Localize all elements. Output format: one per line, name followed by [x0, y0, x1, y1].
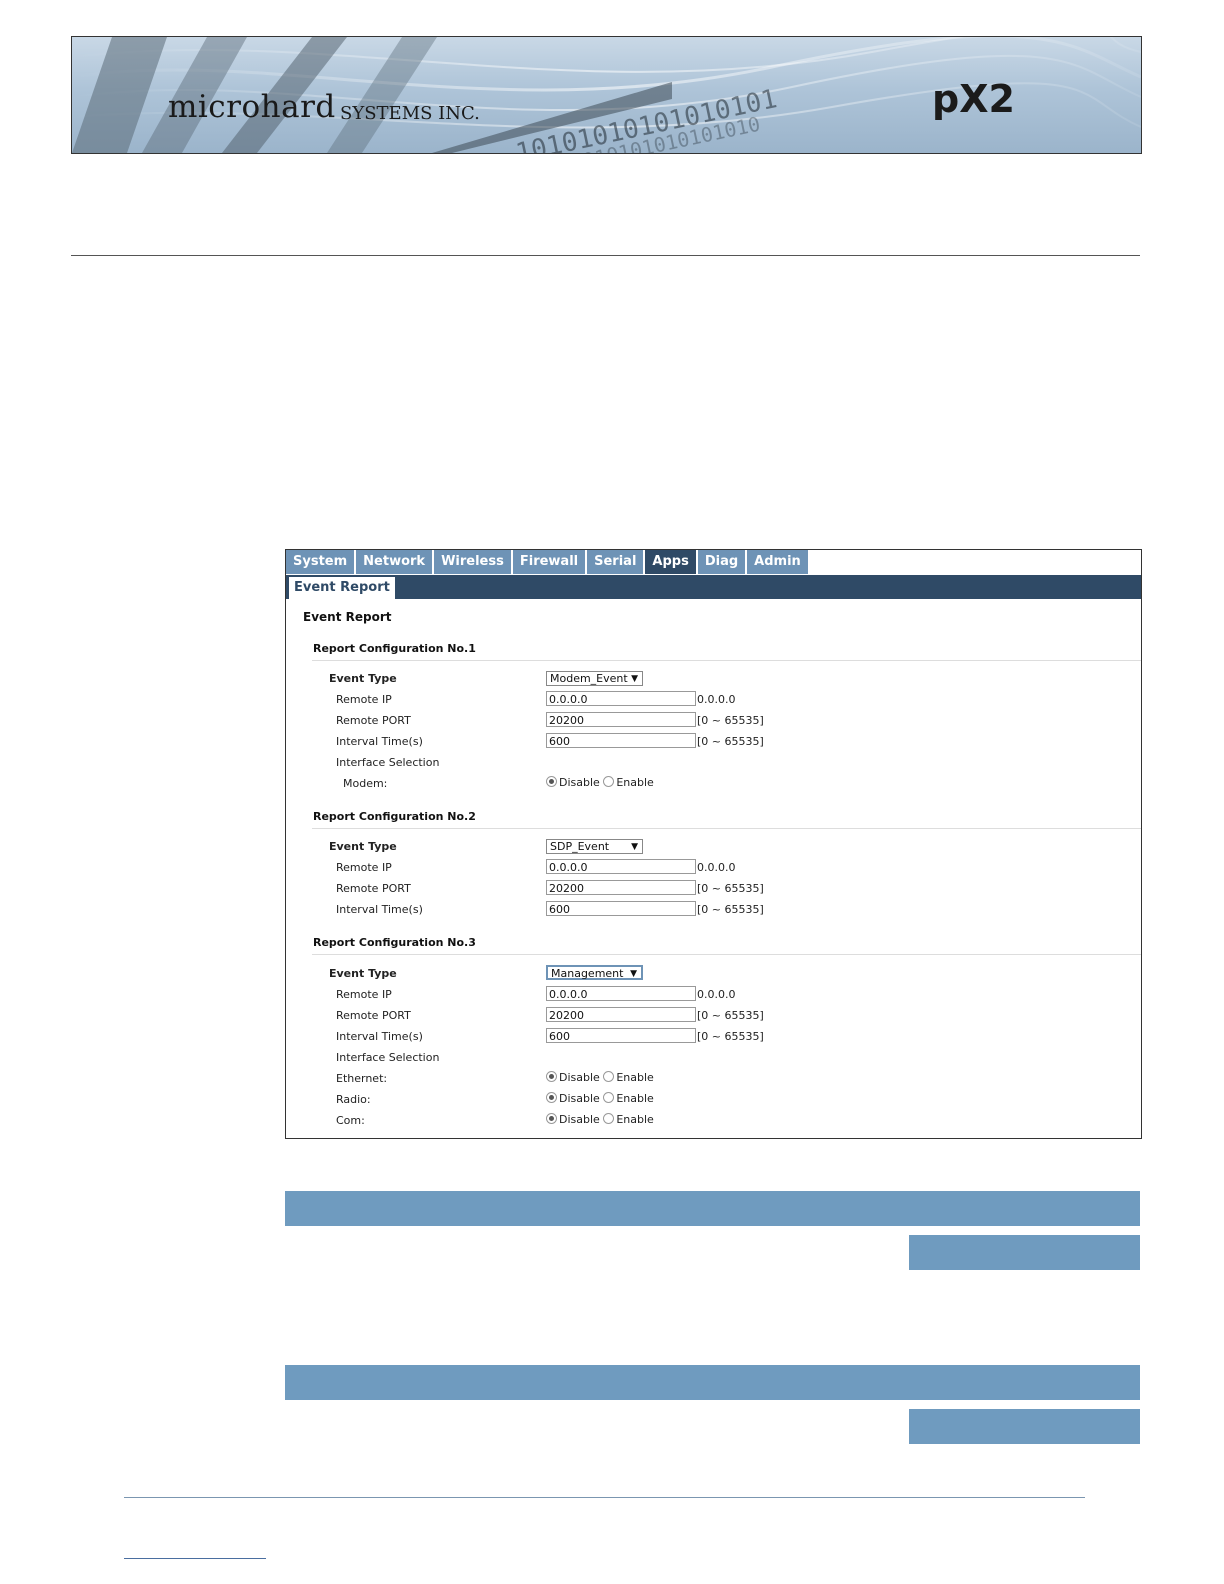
remote-port-hint: [0 ~ 65535]	[697, 1009, 764, 1022]
event-type-select-2[interactable]: SDP_Event ▼	[546, 839, 643, 854]
modem-disable-radio[interactable]	[546, 776, 557, 787]
dropdown-arrow-icon: ▼	[630, 969, 637, 979]
radio-label: Enable	[616, 776, 654, 789]
model-name: pX2	[932, 77, 1015, 121]
section-divider	[312, 660, 1141, 661]
modem-enable-radio[interactable]	[603, 776, 615, 787]
interface-ethernet-label: Ethernet:	[336, 1072, 388, 1085]
remote-ip-hint: 0.0.0.0	[697, 693, 736, 706]
interval-input-2[interactable]: 600	[546, 901, 696, 916]
section-value-bar	[909, 1409, 1140, 1444]
ethernet-disable-radio[interactable]	[546, 1071, 557, 1082]
interval-hint: [0 ~ 65535]	[697, 1030, 764, 1043]
remote-ip-hint: 0.0.0.0	[697, 861, 736, 874]
interval-label: Interval Time(s)	[336, 903, 423, 916]
footer-rule	[124, 1497, 1085, 1498]
remote-ip-label: Remote IP	[336, 693, 392, 706]
tab-serial[interactable]: Serial	[587, 550, 644, 574]
remote-ip-input-3[interactable]: 0.0.0.0	[546, 986, 696, 1001]
section-bar	[285, 1365, 1140, 1400]
tab-network[interactable]: Network	[356, 550, 433, 574]
tab-firewall[interactable]: Firewall	[512, 550, 586, 574]
section-title-config-1: Report Configuration No.1	[313, 642, 476, 655]
radio-disable-radio[interactable]	[546, 1092, 557, 1103]
dropdown-arrow-icon: ▼	[631, 674, 638, 684]
remote-port-input-3[interactable]: 20200	[546, 1007, 696, 1022]
interface-com-label: Com:	[336, 1114, 365, 1127]
remote-ip-input-2[interactable]: 0.0.0.0	[546, 859, 696, 874]
sub-tab-bar: Event Report	[286, 575, 1141, 599]
main-tab-bar: System Network Wireless Firewall Serial …	[286, 550, 810, 575]
event-type-label: Event Type	[329, 672, 397, 685]
radio-enable-radio[interactable]	[603, 1092, 615, 1103]
radio-label: Enable	[616, 1092, 654, 1105]
event-type-select-3[interactable]: Management ▼	[546, 965, 643, 980]
radio-label: Disable	[559, 1071, 600, 1084]
interval-label: Interval Time(s)	[336, 735, 423, 748]
section-divider	[312, 954, 1141, 955]
ethernet-radio-group: Disable Enable	[546, 1071, 654, 1084]
radio-label: Disable	[559, 776, 600, 789]
header-rule	[71, 255, 1140, 256]
event-type-label: Event Type	[329, 967, 397, 980]
interface-modem-label: Modem:	[343, 777, 388, 790]
remote-ip-label: Remote IP	[336, 988, 392, 1001]
modem-radio-group: Disable Enable	[546, 776, 654, 789]
remote-port-label: Remote PORT	[336, 1009, 411, 1022]
event-type-value: Management	[551, 967, 624, 980]
com-radio-group: Disable Enable	[546, 1113, 654, 1126]
section-title-config-2: Report Configuration No.2	[313, 810, 476, 823]
com-disable-radio[interactable]	[546, 1113, 557, 1124]
page-title: Event Report	[303, 610, 392, 624]
subtab-event-report[interactable]: Event Report	[289, 577, 395, 599]
remote-port-hint: [0 ~ 65535]	[697, 714, 764, 727]
brand-logo-text: microhard	[168, 89, 336, 125]
section-value-bar	[909, 1235, 1140, 1270]
interval-hint: [0 ~ 65535]	[697, 735, 764, 748]
tab-wireless[interactable]: Wireless	[434, 550, 511, 574]
remote-port-hint: [0 ~ 65535]	[697, 882, 764, 895]
tab-diag[interactable]: Diag	[697, 550, 746, 574]
remote-ip-hint: 0.0.0.0	[697, 988, 736, 1001]
header-banner: 10101010101010101 0101010101010101010 mi…	[71, 36, 1142, 154]
com-enable-radio[interactable]	[603, 1113, 615, 1124]
interval-input-3[interactable]: 600	[546, 1028, 696, 1043]
remote-port-label: Remote PORT	[336, 714, 411, 727]
interval-input-1[interactable]: 600	[546, 733, 696, 748]
interface-selection-label: Interface Selection	[336, 756, 440, 769]
remote-port-label: Remote PORT	[336, 882, 411, 895]
interval-hint: [0 ~ 65535]	[697, 903, 764, 916]
event-type-value: SDP_Event	[550, 840, 610, 853]
remote-port-input-2[interactable]: 20200	[546, 880, 696, 895]
remote-port-input-1[interactable]: 20200	[546, 712, 696, 727]
interval-label: Interval Time(s)	[336, 1030, 423, 1043]
radio-label: Enable	[616, 1113, 654, 1126]
tab-apps[interactable]: Apps	[645, 550, 696, 574]
section-title-config-3: Report Configuration No.3	[313, 936, 476, 949]
interface-radio-label: Radio:	[336, 1093, 371, 1106]
dropdown-arrow-icon: ▼	[631, 842, 638, 852]
radio-label: Enable	[616, 1071, 654, 1084]
interface-selection-label: Interface Selection	[336, 1051, 440, 1064]
footer-link-underline	[124, 1558, 266, 1559]
remote-ip-label: Remote IP	[336, 861, 392, 874]
event-report-screenshot: System Network Wireless Firewall Serial …	[285, 549, 1142, 1139]
remote-ip-input-1[interactable]: 0.0.0.0	[546, 691, 696, 706]
tab-admin[interactable]: Admin	[747, 550, 808, 574]
tab-system[interactable]: System	[286, 550, 355, 574]
section-divider	[312, 828, 1141, 829]
brand-logo-suffix: SYSTEMS INC.	[340, 103, 480, 124]
radio-radio-group: Disable Enable	[546, 1092, 654, 1105]
event-type-select-1[interactable]: Modem_Event ▼	[546, 671, 643, 686]
radio-label: Disable	[559, 1113, 600, 1126]
radio-label: Disable	[559, 1092, 600, 1105]
section-bar	[285, 1191, 1140, 1226]
event-type-value: Modem_Event	[550, 672, 628, 685]
event-type-label: Event Type	[329, 840, 397, 853]
ethernet-enable-radio[interactable]	[603, 1071, 615, 1082]
